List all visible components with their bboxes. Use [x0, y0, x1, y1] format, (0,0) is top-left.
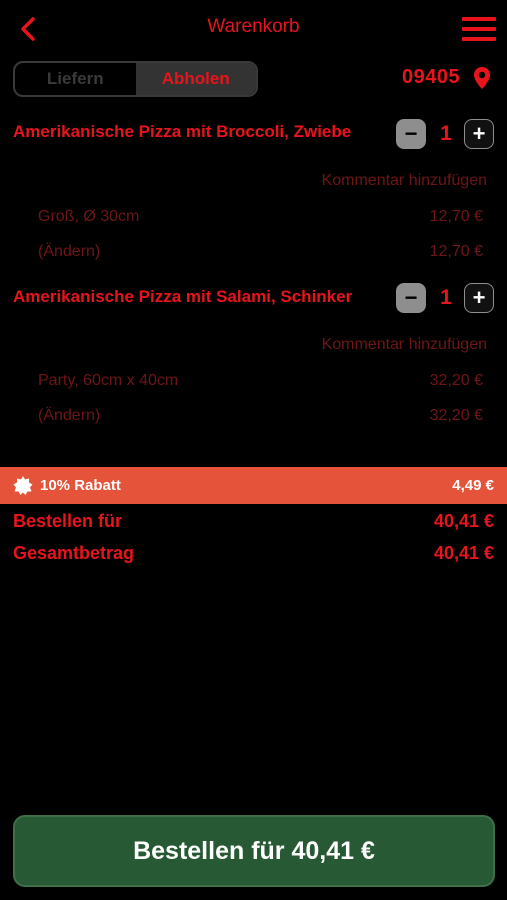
discount-value: 4,49 €	[452, 477, 494, 494]
discount-bar: 10% Rabatt 4,49 €	[0, 467, 507, 504]
item-change-price: 32,20 €	[429, 407, 483, 424]
order-for-value: 40,41 €	[433, 511, 494, 531]
item-size: Groß, Ø 30cm	[38, 208, 140, 225]
item-size-price: 12,70 €	[429, 208, 483, 225]
delivery-mode-toggle[interactable]: Liefern Abholen	[13, 61, 258, 97]
item-size-price: 32,20 €	[429, 372, 483, 389]
increase-quantity-button[interactable]: +	[464, 283, 494, 313]
increase-quantity-button[interactable]: +	[464, 119, 494, 149]
cart-item-name: Amerikanische Pizza mit Broccoli, Zwiebe	[13, 122, 352, 141]
tab-abholen[interactable]: Abholen	[135, 63, 256, 95]
change-item-link[interactable]: (Ändern)	[38, 243, 100, 261]
add-comment-link[interactable]: Kommentar hinzufügen	[322, 336, 487, 354]
hamburger-menu-icon[interactable]	[460, 15, 496, 43]
decrease-quantity-button[interactable]: −	[396, 119, 426, 149]
total-value: 40,41 €	[433, 543, 494, 563]
postcode[interactable]: 09405	[402, 66, 460, 89]
order-for-label: Bestellen für	[13, 511, 123, 531]
order-button[interactable]: Bestellen für 40,41 €	[13, 815, 495, 887]
map-pin-icon[interactable]	[472, 66, 492, 90]
discount-label: 10% Rabatt	[40, 477, 121, 494]
item-quantity: 1	[440, 286, 452, 309]
item-size: Party, 60cm x 40cm	[38, 372, 179, 389]
decrease-quantity-button[interactable]: −	[396, 283, 426, 313]
change-item-link[interactable]: (Ändern)	[38, 407, 100, 425]
item-quantity: 1	[440, 122, 452, 145]
total-label: Gesamtbetrag	[13, 543, 135, 563]
item-change-price: 12,70 €	[429, 243, 483, 260]
tab-liefern[interactable]: Liefern	[15, 63, 136, 95]
badge-icon	[13, 476, 33, 495]
page-title: Warenkorb	[207, 16, 300, 37]
add-comment-link[interactable]: Kommentar hinzufügen	[322, 172, 487, 190]
cart-item-name: Amerikanische Pizza mit Salami, Schinker	[13, 287, 353, 306]
